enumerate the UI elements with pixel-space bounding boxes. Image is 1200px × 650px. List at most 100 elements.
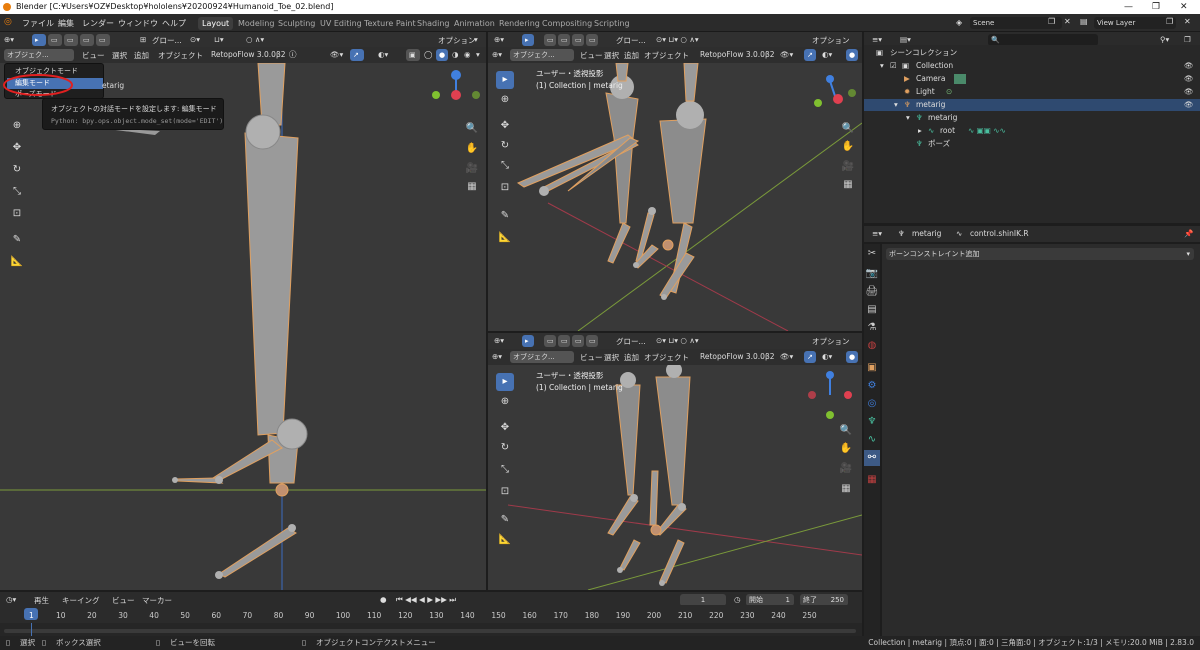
scale-tool-icon[interactable]: ⤡	[8, 183, 26, 201]
outliner-row-scene-collection[interactable]: ▣ シーンコレクション	[864, 47, 1200, 59]
br-move-tool-icon[interactable]: ✥	[496, 419, 514, 437]
maximize-button[interactable]: ❐	[1152, 0, 1160, 14]
tr-transform-tool-icon[interactable]: ⊡	[496, 179, 514, 197]
menu-window[interactable]: ウィンドウ	[118, 18, 158, 29]
tr-annotate-tool-icon[interactable]: ✎	[496, 207, 514, 225]
tr-measure-tool-icon[interactable]: 📐	[496, 229, 514, 247]
tr-pan-hand-icon[interactable]: ✋	[840, 139, 856, 155]
header-toggle-icon[interactable]: ▾	[474, 35, 478, 44]
tab-texture-paint[interactable]: Texture Paint	[360, 17, 420, 30]
xray-icon[interactable]: ▣	[406, 49, 420, 61]
br-editor-type-icon[interactable]: ⊕▾	[494, 336, 504, 345]
br-measure-tool-icon[interactable]: 📐	[496, 531, 514, 549]
tab-uv-editing[interactable]: UV Editing	[316, 17, 366, 30]
tr-pivot-icon[interactable]: ⊙▾ ⊔▾ ○ ∧▾	[656, 35, 699, 44]
visibility-eye-icon[interactable]: 👁	[1184, 73, 1194, 85]
visibility-eye-icon[interactable]: 👁	[1184, 60, 1194, 72]
br-gizmo-icon[interactable]: ↗	[804, 351, 816, 363]
br-camera-view-icon[interactable]: 🎥	[838, 461, 854, 477]
visibility-eye-icon[interactable]: 👁	[1184, 86, 1194, 98]
orientation-icon[interactable]: ⊞	[140, 35, 146, 44]
tr-visibility-icon[interactable]: 👁▾	[780, 50, 793, 59]
ortho-grid-icon[interactable]: ▦	[464, 179, 480, 195]
tr-menu-view[interactable]: ビュー	[580, 50, 603, 61]
tr-gizmo-icon[interactable]: ↗	[804, 49, 816, 61]
tab-sculpting[interactable]: Sculpting	[274, 17, 319, 30]
visibility-icon[interactable]: 👁▾	[330, 50, 343, 59]
editor-type-icon[interactable]: ⊕▾	[4, 35, 14, 44]
tab-rendering[interactable]: Rendering	[495, 17, 544, 30]
modifier-tab-icon[interactable]: ⚙	[864, 378, 880, 394]
br-menu-add[interactable]: 追加	[624, 352, 639, 363]
br-transform-orientation[interactable]: グロー...	[616, 336, 646, 347]
select-lasso-icon[interactable]: ▭	[80, 34, 94, 46]
menu-object[interactable]: オブジェクト	[158, 50, 203, 61]
zoom-icon[interactable]: 🔍	[464, 121, 480, 137]
render-tab-icon[interactable]: 📷	[864, 266, 880, 282]
outliner-row-collection[interactable]: ▾ ☑ ▣ Collection 👁	[864, 60, 1200, 72]
left-viewport[interactable]: ⊕ ✥ ↻ ⤡ ⊡ ✎ 📐 🔍 ✋ 🎥 ▦ オブジェクトモード 編集モード ポー…	[0, 63, 486, 590]
bone-constraint-tab-icon[interactable]: ⚯	[864, 450, 880, 466]
outliner-row-metarig-data[interactable]: ▾ ♆ metarig	[864, 112, 1200, 124]
tr-ortho-grid-icon[interactable]: ▦	[840, 177, 856, 193]
tr-mode-icon[interactable]: ⊕▾	[492, 50, 502, 59]
new-collection-icon[interactable]: ❐	[1184, 35, 1191, 44]
tr-rotate-tool-icon[interactable]: ↻	[496, 137, 514, 155]
shading-rendered-icon[interactable]: ◉	[464, 50, 471, 59]
annotate-tool-icon[interactable]: ✎	[8, 231, 26, 249]
tr-navigation-gizmo[interactable]	[810, 71, 860, 121]
object-data-tab-icon[interactable]: ♆	[864, 414, 880, 430]
properties-editor-icon[interactable]: ≡▾	[872, 229, 882, 238]
tr-cursor-tool-icon[interactable]: ⊕	[496, 91, 514, 109]
measure-tool-icon[interactable]: 📐	[8, 253, 26, 271]
br-menu-select[interactable]: 選択	[604, 352, 619, 363]
outliner-row-pose[interactable]: ♆ ポーズ	[864, 138, 1200, 150]
tab-layout[interactable]: Layout	[198, 17, 234, 30]
br-viewport[interactable]: ▸ ⊕ ✥ ↻ ⤡ ⊡ ✎ 📐 ユーザー・透視投影 (1) Collection…	[488, 365, 862, 590]
proportional-icon[interactable]: ○ ∧▾	[246, 35, 264, 44]
world-tab-icon[interactable]: ◍	[864, 338, 880, 354]
gizmo-toggle-icon[interactable]: ↗	[350, 49, 364, 61]
br-overlay-icon[interactable]: ◐▾	[822, 352, 832, 361]
br-shading-icon[interactable]: ●	[846, 351, 858, 363]
overlay-icon[interactable]: ◐▾	[378, 50, 388, 59]
pivot-icon[interactable]: ⊙▾	[190, 35, 200, 44]
br-options-dropdown[interactable]: オプション	[812, 336, 850, 347]
tr-options-dropdown[interactable]: オプション	[812, 35, 850, 46]
transform-tool-icon[interactable]: ⊡	[8, 205, 26, 223]
tab-animation[interactable]: Animation	[450, 17, 499, 30]
br-select-circle-icon[interactable]: ▭	[558, 335, 570, 347]
help-icon[interactable]: ⓘ	[289, 49, 297, 60]
tr-select-invert-icon[interactable]: ▭	[586, 34, 598, 46]
tr-retopoflow-menu[interactable]: RetopoFlow 3.0.0β2	[700, 50, 775, 59]
select-tool-icon[interactable]: ▸	[32, 34, 46, 46]
br-select-invert-icon[interactable]: ▭	[586, 335, 598, 347]
shading-solid-icon[interactable]: ●	[436, 49, 448, 61]
br-select-lasso-icon[interactable]: ▭	[572, 335, 584, 347]
br-transform-tool-icon[interactable]: ⊡	[496, 483, 514, 501]
tr-menu-select[interactable]: 選択	[604, 50, 619, 61]
menu-add[interactable]: 追加	[134, 50, 149, 61]
menu-help[interactable]: ヘルプ	[162, 18, 186, 29]
texture-tab-icon[interactable]: ▦	[864, 472, 880, 488]
tr-mode-dropdown[interactable]: オブジェク...	[510, 49, 574, 61]
close-button[interactable]: ✕	[1180, 0, 1188, 14]
tr-transform-orientation[interactable]: グロー...	[616, 35, 646, 46]
br-mode-icon[interactable]: ⊕▾	[492, 352, 502, 361]
menu-view[interactable]: ビュー	[82, 50, 105, 61]
snap-icon[interactable]: ⊔▾	[214, 35, 224, 44]
cursor-tool-icon[interactable]: ⊕	[8, 117, 26, 135]
record-icon[interactable]: ●	[380, 595, 387, 604]
br-mode-dropdown[interactable]: オブジェク...	[510, 351, 574, 363]
br-annotate-tool-icon[interactable]: ✎	[496, 511, 514, 529]
tr-camera-view-icon[interactable]: 🎥	[840, 159, 856, 175]
tab-scripting[interactable]: Scripting	[590, 17, 634, 30]
shading-material-icon[interactable]: ◑	[452, 50, 459, 59]
br-cursor-tool-icon[interactable]: ⊕	[496, 393, 514, 411]
br-visibility-icon[interactable]: 👁▾	[780, 352, 793, 361]
scene-tab-icon[interactable]: ⚗	[864, 320, 880, 336]
minimize-button[interactable]: —	[1124, 0, 1133, 14]
timeline-track[interactable]	[0, 623, 862, 636]
tr-menu-object[interactable]: オブジェクト	[644, 50, 689, 61]
br-scale-tool-icon[interactable]: ⤡	[496, 461, 514, 479]
